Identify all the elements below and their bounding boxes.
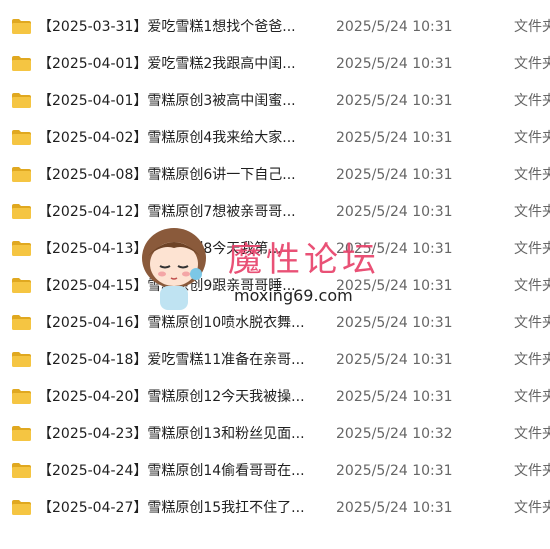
folder-icon (12, 426, 31, 441)
file-name[interactable]: 【2025-04-20】雪糕原创12今天我被操... (38, 379, 305, 416)
file-row[interactable]: 【2025-04-16】雪糕原创10喷水脱衣舞... 2025/5/24 10:3… (0, 305, 550, 342)
file-row[interactable]: 【2025-04-02】雪糕原创4我来给大家... 2025/5/24 10:31… (0, 120, 550, 157)
modified-date: 2025/5/24 10:31 (336, 500, 453, 516)
folder-icon (12, 315, 31, 330)
file-row[interactable]: 【2025-04-18】爱吃雪糕11准备在亲哥... 2025/5/24 10:3… (0, 342, 550, 379)
folder-icon (12, 389, 31, 404)
file-type: 文件夹 (514, 19, 550, 35)
modified-date: 2025/5/24 10:31 (336, 241, 453, 257)
modified-date: 2025/5/24 10:32 (336, 426, 453, 442)
file-name[interactable]: 【2025-04-23】雪糕原创13和粉丝见面... (38, 416, 305, 453)
folder-icon (12, 241, 31, 256)
file-name[interactable]: 【2025-04-27】雪糕原创15我扛不住了... (38, 490, 305, 527)
modified-date: 2025/5/24 10:31 (336, 19, 453, 35)
modified-date: 2025/5/24 10:31 (336, 56, 453, 72)
file-name[interactable]: 【2025-04-24】雪糕原创14偷看哥哥在... (38, 453, 305, 490)
file-name[interactable]: 【2025-03-31】爱吃雪糕1想找个爸爸... (38, 9, 296, 46)
file-type: 文件夹 (514, 352, 550, 368)
folder-icon (12, 93, 31, 108)
file-name[interactable]: 【2025-04-12】雪糕原创7想被亲哥哥... (38, 194, 296, 231)
folder-icon (12, 167, 31, 182)
folder-icon (12, 278, 31, 293)
modified-date: 2025/5/24 10:31 (336, 130, 453, 146)
file-type: 文件夹 (514, 204, 550, 220)
folder-icon (12, 352, 31, 367)
file-type: 文件夹 (514, 463, 550, 479)
file-name[interactable]: 【2025-04-08】雪糕原创6讲一下自己... (38, 157, 296, 194)
file-type: 文件夹 (514, 389, 550, 405)
file-name[interactable]: 【2025-04-16】雪糕原创10喷水脱衣舞... (38, 305, 305, 342)
folder-icon (12, 463, 31, 478)
file-name[interactable]: 【2025-04-01】爱吃雪糕2我跟高中闺... (38, 46, 296, 83)
modified-date: 2025/5/24 10:31 (336, 93, 453, 109)
modified-date: 2025/5/24 10:31 (336, 463, 453, 479)
file-type: 文件夹 (514, 500, 550, 516)
file-row[interactable]: 【2025-04-08】雪糕原创6讲一下自己... 2025/5/24 10:31… (0, 157, 550, 194)
folder-icon (12, 56, 31, 71)
file-row[interactable]: 【2025-04-01】雪糕原创3被高中闺蜜... 2025/5/24 10:31… (0, 83, 550, 120)
file-name[interactable]: 【2025-04-15】雪糕原创9跟亲哥哥睡... (38, 268, 296, 305)
file-type: 文件夹 (514, 241, 550, 257)
folder-icon (12, 500, 31, 515)
file-name[interactable]: 【2025-04-02】雪糕原创4我来给大家... (38, 120, 296, 157)
file-name[interactable]: 【2025-04-01】雪糕原创3被高中闺蜜... (38, 83, 296, 120)
file-row[interactable]: 【2025-04-23】雪糕原创13和粉丝见面... 2025/5/24 10:3… (0, 416, 550, 453)
modified-date: 2025/5/24 10:31 (336, 315, 453, 331)
file-row[interactable]: 【2025-04-01】爱吃雪糕2我跟高中闺... 2025/5/24 10:31… (0, 46, 550, 83)
folder-icon (12, 130, 31, 145)
file-name[interactable]: 【2025-04-18】爱吃雪糕11准备在亲哥... (38, 342, 305, 379)
file-row[interactable]: 【2025-04-15】雪糕原创9跟亲哥哥睡... 2025/5/24 10:31… (0, 268, 550, 305)
file-row[interactable]: 【2025-04-12】雪糕原创7想被亲哥哥... 2025/5/24 10:31… (0, 194, 550, 231)
file-row[interactable]: 【2025-03-31】爱吃雪糕1想找个爸爸... 2025/5/24 10:31… (0, 9, 550, 46)
file-type: 文件夹 (514, 56, 550, 72)
file-type: 文件夹 (514, 426, 550, 442)
file-name[interactable]: 【2025-04-13】雪糕原创8今天我第... (38, 231, 282, 268)
modified-date: 2025/5/24 10:31 (336, 352, 453, 368)
modified-date: 2025/5/24 10:31 (336, 278, 453, 294)
file-row[interactable]: 【2025-04-13】雪糕原创8今天我第... 2025/5/24 10:31 文… (0, 231, 550, 268)
file-row[interactable]: 【2025-04-24】雪糕原创14偷看哥哥在... 2025/5/24 10:3… (0, 453, 550, 490)
file-type: 文件夹 (514, 93, 550, 109)
file-type: 文件夹 (514, 130, 550, 146)
file-row[interactable]: 【2025-04-20】雪糕原创12今天我被操... 2025/5/24 10:3… (0, 379, 550, 416)
modified-date: 2025/5/24 10:31 (336, 167, 453, 183)
file-type: 文件夹 (514, 167, 550, 183)
file-row[interactable]: 【2025-04-27】雪糕原创15我扛不住了... 2025/5/24 10:3… (0, 490, 550, 527)
folder-icon (12, 204, 31, 219)
folder-icon (12, 19, 31, 34)
modified-date: 2025/5/24 10:31 (336, 204, 453, 220)
file-type: 文件夹 (514, 278, 550, 294)
modified-date: 2025/5/24 10:31 (336, 389, 453, 405)
file-type: 文件夹 (514, 315, 550, 331)
